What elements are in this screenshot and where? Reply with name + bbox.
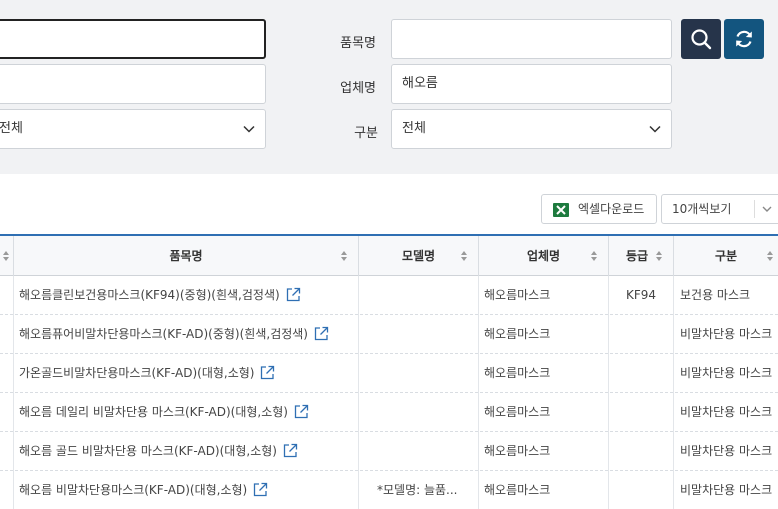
results-table: 품목명 모델명 업체명 등급 구분 해오름클린보건용마스크(KF94)(중형)(… <box>0 234 778 509</box>
company-value: 해오름 <box>402 76 438 91</box>
cell-company: 해오름마스크 <box>479 276 609 315</box>
excel-download-button[interactable]: 엑셀다운로드 <box>541 194 657 224</box>
table-row[interactable]: 해오름 데일리 비말차단용 마스크(KF-AD)(대형,소형) 해오름마스크 비말차… <box>0 393 778 432</box>
cell-model <box>359 432 479 471</box>
refresh-icon <box>736 30 752 48</box>
cell-prev <box>0 276 14 315</box>
external-link-icon[interactable] <box>314 326 329 341</box>
cell-grade <box>609 315 674 354</box>
header-prev-column[interactable] <box>0 236 14 276</box>
cell-company: 해오름마스크 <box>479 393 609 432</box>
left-select[interactable]: 전체 <box>0 109 266 149</box>
cell-item-name[interactable]: 해오름클린보건용마스크(KF94)(중형)(흰색,검정색) <box>14 276 359 315</box>
cell-company: 해오름마스크 <box>479 315 609 354</box>
external-link-icon[interactable] <box>260 365 275 380</box>
item-name-input[interactable] <box>391 19 672 59</box>
search-panel: 전체 품목명 업체명 구분 해오름 전체 <box>0 0 778 174</box>
sort-icon <box>341 251 347 261</box>
table-row[interactable]: 해오름 골드 비말차단용 마스크(KF-AD)(대형,소형) 해오름마스크 비말차단… <box>0 432 778 471</box>
cell-grade <box>609 471 674 509</box>
cell-grade: KF94 <box>609 276 674 315</box>
category-select[interactable]: 전체 <box>391 109 672 149</box>
header-item-name[interactable]: 품목명 <box>14 236 359 276</box>
sort-icon <box>3 251 9 261</box>
cell-grade <box>609 432 674 471</box>
cell-prev <box>0 471 14 509</box>
cell-prev <box>0 393 14 432</box>
cell-prev <box>0 315 14 354</box>
cell-grade <box>609 393 674 432</box>
sort-icon <box>767 251 773 261</box>
external-link-icon[interactable] <box>283 443 298 458</box>
search-button[interactable] <box>681 19 721 59</box>
sort-icon <box>656 251 662 261</box>
reset-button[interactable] <box>724 19 764 59</box>
external-link-icon[interactable] <box>253 482 268 497</box>
sort-icon <box>461 251 467 261</box>
cell-company: 해오름마스크 <box>479 432 609 471</box>
cell-model <box>359 354 479 393</box>
cell-category: 비말차단용 마스크 <box>680 366 773 380</box>
external-link-icon[interactable] <box>294 404 309 419</box>
cell-item-name[interactable]: 해오름 골드 비말차단용 마스크(KF-AD)(대형,소형) <box>14 432 359 471</box>
item-name-label: 품목명 <box>340 36 376 51</box>
page-size-label: 10개씩보기 <box>672 202 732 216</box>
cell-prev <box>0 432 14 471</box>
sort-icon <box>591 251 597 261</box>
external-link-icon[interactable] <box>286 287 301 302</box>
cell-model <box>359 276 479 315</box>
cell-item-name[interactable]: 해오름 데일리 비말차단용 마스크(KF-AD)(대형,소형) <box>14 393 359 432</box>
search-icon <box>691 29 712 50</box>
header-grade[interactable]: 등급 <box>609 236 674 276</box>
left-select-value: 전체 <box>0 121 23 136</box>
excel-icon <box>553 203 569 217</box>
table-row[interactable]: 해오름 비말차단용마스크(KF-AD)(대형,소형) *모델명: 늘품... 해오름… <box>0 471 778 509</box>
cell-category: 비말차단용 마스크 <box>680 483 773 497</box>
excel-download-label: 엑셀다운로드 <box>578 202 645 216</box>
cell-model <box>359 315 479 354</box>
cell-item-name[interactable]: 해오름퓨어비말차단용마스크(KF-AD)(중형)(흰색,검정색) <box>14 315 359 354</box>
divider <box>754 200 755 218</box>
cell-category: 보건용 마스크 <box>680 288 751 302</box>
table-row[interactable]: 해오름퓨어비말차단용마스크(KF-AD)(중형)(흰색,검정색) 해오름마스크 비말… <box>0 315 778 354</box>
left-search-input[interactable] <box>0 19 266 59</box>
cell-item-name[interactable]: 가온골드비말차단용마스크(KF-AD)(대형,소형) <box>14 354 359 393</box>
header-model[interactable]: 모델명 <box>359 236 479 276</box>
chevron-down-icon <box>649 125 661 133</box>
page-size-select[interactable]: 10개씩보기 <box>661 194 778 224</box>
cell-company: 해오름마스크 <box>479 471 609 509</box>
left-search-input-2[interactable] <box>0 64 266 104</box>
header-category[interactable]: 구분 <box>674 236 778 276</box>
company-label: 업체명 <box>340 81 376 96</box>
cell-grade <box>609 354 674 393</box>
cell-category: 비말차단용 마스크 <box>680 327 773 341</box>
company-input[interactable]: 해오름 <box>391 64 672 104</box>
header-company[interactable]: 업체명 <box>479 236 609 276</box>
table-row[interactable]: 해오름클린보건용마스크(KF94)(중형)(흰색,검정색) 해오름마스크 KF94 보… <box>0 276 778 315</box>
cell-prev <box>0 354 14 393</box>
cell-item-name[interactable]: 해오름 비말차단용마스크(KF-AD)(대형,소형) <box>14 471 359 509</box>
cell-company: 해오름마스크 <box>479 354 609 393</box>
table-row[interactable]: 가온골드비말차단용마스크(KF-AD)(대형,소형) 해오름마스크 비말차단용 마스… <box>0 354 778 393</box>
cell-category: 비말차단용 마스크 <box>680 405 773 419</box>
category-value: 전체 <box>402 121 426 136</box>
cell-model <box>359 393 479 432</box>
cell-model: *모델명: 늘품... <box>359 471 479 509</box>
chevron-down-icon <box>243 125 255 133</box>
cell-category: 비말차단용 마스크 <box>680 444 773 458</box>
chevron-down-icon <box>762 206 772 212</box>
category-label: 구분 <box>354 126 378 141</box>
table-header: 품목명 모델명 업체명 등급 구분 <box>0 236 778 276</box>
